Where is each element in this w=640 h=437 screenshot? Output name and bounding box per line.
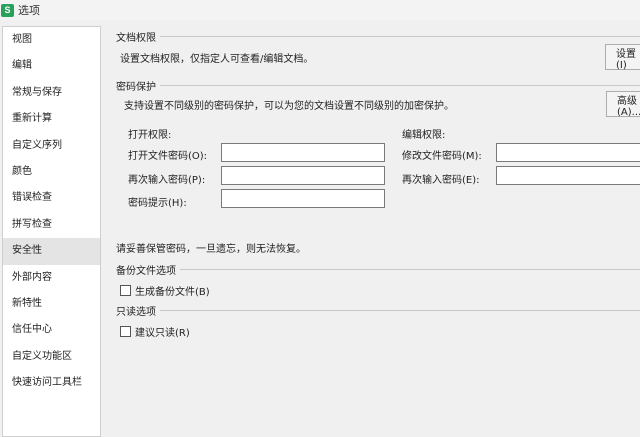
group-divider <box>180 268 640 270</box>
readonly-checkbox-label: 建议只读(R) <box>135 328 190 339</box>
security-panel: 文档权限 设置文档权限，仅指定人可查看/编辑文档。 设置(I) 密码保护 支持设… <box>108 26 640 437</box>
sidebar-item-external-content[interactable]: 外部内容 <box>3 265 100 291</box>
doc-permission-title: 文档权限 <box>116 32 156 44</box>
sidebar-item-edit[interactable]: 编辑 <box>3 53 100 79</box>
readonly-title: 只读选项 <box>116 306 156 318</box>
sidebar-item-trust-center[interactable]: 信任中心 <box>3 317 100 343</box>
modify-confirm-password-input[interactable] <box>496 166 640 185</box>
open-confirm-password-label: 再次输入密码(P): <box>128 175 206 186</box>
wps-spreadsheet-icon: S <box>1 3 14 17</box>
password-hint-label: 密码提示(H): <box>128 198 187 209</box>
password-protection-title: 密码保护 <box>116 81 156 93</box>
group-divider <box>160 35 640 37</box>
password-protection-description: 支持设置不同级别的密码保护，可以为您的文档设置不同级别的加密保护。 <box>124 101 454 112</box>
backup-option[interactable]: 生成备份文件(B) <box>120 283 210 298</box>
open-password-label: 打开文件密码(O): <box>128 151 208 162</box>
sidebar-item-new-features[interactable]: 新特性 <box>3 291 100 317</box>
readonly-checkbox[interactable] <box>120 326 131 337</box>
window-title: 选项 <box>18 4 40 17</box>
password-hint-input[interactable] <box>221 189 385 208</box>
sidebar-item-error-check[interactable]: 错误检查 <box>3 185 100 211</box>
sidebar-item-customize-ribbon[interactable]: 自定义功能区 <box>3 344 100 370</box>
group-divider <box>160 309 640 311</box>
backup-title: 备份文件选项 <box>116 265 176 277</box>
readonly-group: 只读选项 <box>116 304 640 318</box>
modify-confirm-password-label: 再次输入密码(E): <box>402 175 480 186</box>
edit-permission-heading: 编辑权限: <box>402 130 446 141</box>
backup-group: 备份文件选项 <box>116 263 640 277</box>
sidebar-item-color[interactable]: 颜色 <box>3 159 100 185</box>
options-sidebar: 视图 编辑 常规与保存 重新计算 自定义序列 颜色 错误检查 拼写检查 安全性 … <box>2 26 101 437</box>
group-divider <box>160 84 640 86</box>
doc-permission-description: 设置文档权限，仅指定人可查看/编辑文档。 <box>120 54 314 65</box>
open-confirm-password-input[interactable] <box>221 166 385 185</box>
readonly-option[interactable]: 建议只读(R) <box>120 324 190 339</box>
sidebar-item-spell-check[interactable]: 拼写检查 <box>3 212 100 238</box>
sidebar-item-recalculate[interactable]: 重新计算 <box>3 106 100 132</box>
backup-checkbox[interactable] <box>120 285 131 296</box>
password-warning-text: 请妥善保管密码，一旦遗忘，则无法恢复。 <box>116 244 306 255</box>
open-permission-heading: 打开权限: <box>128 130 172 141</box>
backup-checkbox-label: 生成备份文件(B) <box>135 287 210 298</box>
sidebar-item-security[interactable]: 安全性 <box>3 238 100 265</box>
sidebar-item-general-save[interactable]: 常规与保存 <box>3 80 100 106</box>
password-protection-group: 密码保护 <box>116 79 640 93</box>
modify-password-input[interactable] <box>496 143 640 162</box>
modify-password-label: 修改文件密码(M): <box>402 151 482 162</box>
open-password-input[interactable] <box>221 143 385 162</box>
sidebar-item-view[interactable]: 视图 <box>3 27 100 53</box>
doc-permission-group: 文档权限 <box>116 30 640 44</box>
doc-permission-settings-button[interactable]: 设置(I) <box>605 44 640 71</box>
title-bar: S 选项 <box>0 0 640 20</box>
sidebar-item-quick-access-toolbar[interactable]: 快速访问工具栏 <box>3 370 100 396</box>
advanced-button[interactable]: 高级(A)... <box>606 91 640 118</box>
sidebar-item-custom-lists[interactable]: 自定义序列 <box>3 133 100 159</box>
